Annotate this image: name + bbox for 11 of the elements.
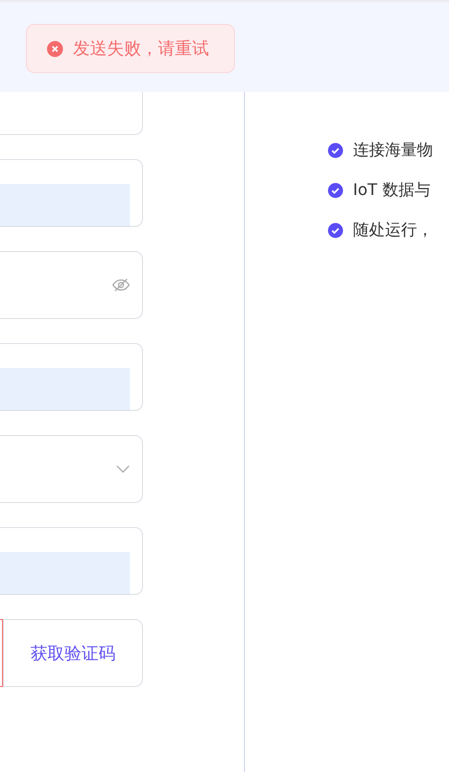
eye-off-icon[interactable] — [112, 278, 130, 292]
check-circle-icon — [328, 182, 343, 198]
check-circle-icon — [328, 142, 343, 158]
feature-text: 连接海量物 — [353, 139, 433, 161]
get-code-button[interactable]: 获取验证码 — [3, 619, 143, 687]
chevron-down-icon — [116, 465, 130, 473]
toast-message: 发送失败，请重试 — [73, 38, 209, 60]
check-circle-icon — [328, 222, 343, 238]
error-icon — [47, 40, 63, 56]
feature-text: IoT 数据与 — [353, 179, 430, 201]
feature-text: 随处运行， — [353, 219, 433, 241]
